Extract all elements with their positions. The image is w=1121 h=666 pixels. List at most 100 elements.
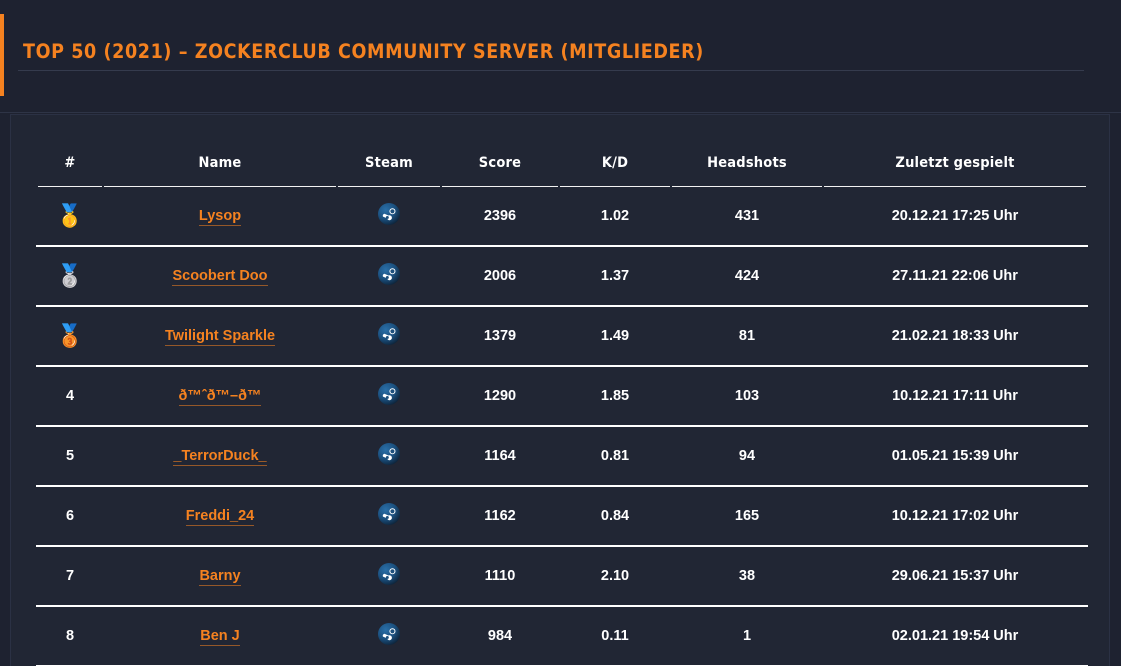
steam-icon [378,623,400,645]
cell-headshots: 424 [671,246,823,307]
cell-score-value: 1164 [484,448,516,464]
cell-score-value: 2396 [483,208,517,224]
cell-last-played: 27.11.21 22:06 Uhr [823,246,1087,307]
column-header-steam[interactable]: Steam [337,140,441,187]
cell-headshots: 431 [671,186,823,247]
cell-kd: 2.10 [559,546,671,607]
steam-profile-link[interactable] [378,623,400,645]
cell-score: 1164 [441,426,559,487]
cell-score: 2396 [441,186,559,247]
table-body: 🥇 Lysop 2396 1.02 431 20.12.21 17:25 Uhr 🥈 Sco… [37,186,1087,666]
cell-rank: 6 [37,486,103,547]
steam-profile-link[interactable] [378,263,400,285]
table-row: 🥇 Lysop 2396 1.02 431 20.12.21 17:25 Uhr [37,186,1087,247]
cell-name: Scoobert Doo [103,246,337,307]
cell-headshots: 103 [671,366,823,427]
cell-name: Lysop [103,186,337,247]
player-name-link[interactable]: Ben J [200,628,240,646]
table-row: 4 ð™ˆð™–ð™ 1290 1.85 103 10.12.21 17:11 Uhr [37,366,1087,427]
cell-headshots: 81 [671,306,823,367]
player-name-link[interactable]: ð™ˆð™–ð™ [178,388,262,406]
cell-rank: 7 [37,546,103,607]
cell-headshots-value: 424 [734,268,760,284]
cell-headshots: 94 [671,426,823,487]
player-name-link[interactable]: Freddi_24 [185,508,255,526]
cell-last-played: 21.02.21 18:33 Uhr [823,306,1087,367]
cell-kd: 0.84 [559,486,671,547]
cell-rank: 8 [37,606,103,666]
steam-icon [378,383,400,405]
cell-last-played-value: 01.05.21 15:39 Uhr [891,448,1019,464]
cell-kd: 0.11 [559,606,671,666]
cell-last-played-value: 10.12.21 17:02 Uhr [891,508,1019,524]
table-head: # Name Steam Score K/D Headshots Zuletzt… [37,140,1087,187]
cell-last-played-value: 29.06.21 15:37 Uhr [891,568,1019,584]
column-header-headshots[interactable]: Headshots [671,140,823,187]
cell-name: Barny [103,546,337,607]
player-name-link[interactable]: Scoobert Doo [172,268,268,286]
column-header-rank[interactable]: # [37,140,103,187]
cell-score: 1379 [441,306,559,367]
steam-profile-link[interactable] [378,203,400,225]
rank-number: 4 [65,388,75,404]
cell-score-value: 984 [487,628,513,644]
page-title: TOP 50 (2021) – ZOCKERCLUB COMMUNITY SER… [23,40,704,63]
player-name-link[interactable]: Lysop [198,208,242,226]
cell-steam [337,366,441,427]
column-header-kd[interactable]: K/D [559,140,671,187]
leaderboard-table: # Name Steam Score K/D Headshots Zuletzt… [36,140,1088,666]
cell-last-played-value: 21.02.21 18:33 Uhr [891,328,1019,344]
column-header-last-played[interactable]: Zuletzt gespielt [823,140,1087,187]
cell-rank: 5 [37,426,103,487]
cell-last-played-value: 27.11.21 22:06 Uhr [892,268,1018,284]
cell-last-played: 29.06.21 15:37 Uhr [823,546,1087,607]
table-row: 8 Ben J 984 0.11 1 02.01.21 19:54 Uhr [37,606,1087,666]
player-name-link[interactable]: Twilight Sparkle [164,328,276,346]
player-name-link[interactable]: Barny [199,568,241,586]
cell-last-played: 01.05.21 15:39 Uhr [823,426,1087,487]
cell-name: Ben J [103,606,337,666]
cell-score-value: 1379 [483,328,517,344]
cell-name: Twilight Sparkle [103,306,337,367]
table-row: 5 _TerrorDuck_ 1164 0.81 94 01.05.21 15:39 U… [37,426,1087,487]
steam-icon [378,263,400,285]
cell-steam [337,486,441,547]
cell-last-played: 20.12.21 17:25 Uhr [823,186,1087,247]
cell-kd-value: 1.49 [600,328,630,344]
header-accent-bar [0,14,4,96]
cell-score: 1290 [441,366,559,427]
cell-kd: 1.49 [559,306,671,367]
player-name-link[interactable]: _TerrorDuck_ [173,448,267,466]
cell-steam [337,546,441,607]
cell-kd: 1.37 [559,246,671,307]
cell-kd-value: 2.10 [600,568,630,584]
cell-last-played-value: 10.12.21 17:11 Uhr [892,388,1018,404]
cell-last-played-value: 02.01.21 19:54 Uhr [891,628,1019,644]
column-header-score[interactable]: Score [441,140,559,187]
column-header-name[interactable]: Name [103,140,337,187]
cell-headshots: 165 [671,486,823,547]
steam-profile-link[interactable] [378,323,400,345]
steam-profile-link[interactable] [378,443,400,465]
cell-steam [337,606,441,666]
page-header: TOP 50 (2021) – ZOCKERCLUB COMMUNITY SER… [0,0,1121,113]
cell-headshots: 38 [671,546,823,607]
steam-profile-link[interactable] [378,383,400,405]
cell-last-played: 10.12.21 17:02 Uhr [823,486,1087,547]
cell-steam [337,426,441,487]
steam-profile-link[interactable] [378,503,400,525]
cell-score: 1110 [441,546,559,607]
table-row: 🥈 Scoobert Doo 2006 1.37 424 27.11.21 22:06 … [37,246,1087,307]
cell-kd-value: 0.11 [601,628,629,644]
cell-last-played-value: 20.12.21 17:25 Uhr [891,208,1019,224]
cell-last-played: 10.12.21 17:11 Uhr [823,366,1087,427]
table-row: 6 Freddi_24 1162 0.84 165 10.12.21 17:02 Uhr [37,486,1087,547]
rank-number: 5 [65,448,75,464]
cell-rank: 🥉 [37,306,103,367]
steam-icon [378,563,400,585]
cell-kd-value: 1.37 [600,268,630,284]
cell-rank: 🥇 [37,186,103,247]
table-row: 7 Barny 1110 2.10 38 29.06.21 15:37 Uhr [37,546,1087,607]
steam-profile-link[interactable] [378,563,400,585]
title-divider [18,70,1084,71]
